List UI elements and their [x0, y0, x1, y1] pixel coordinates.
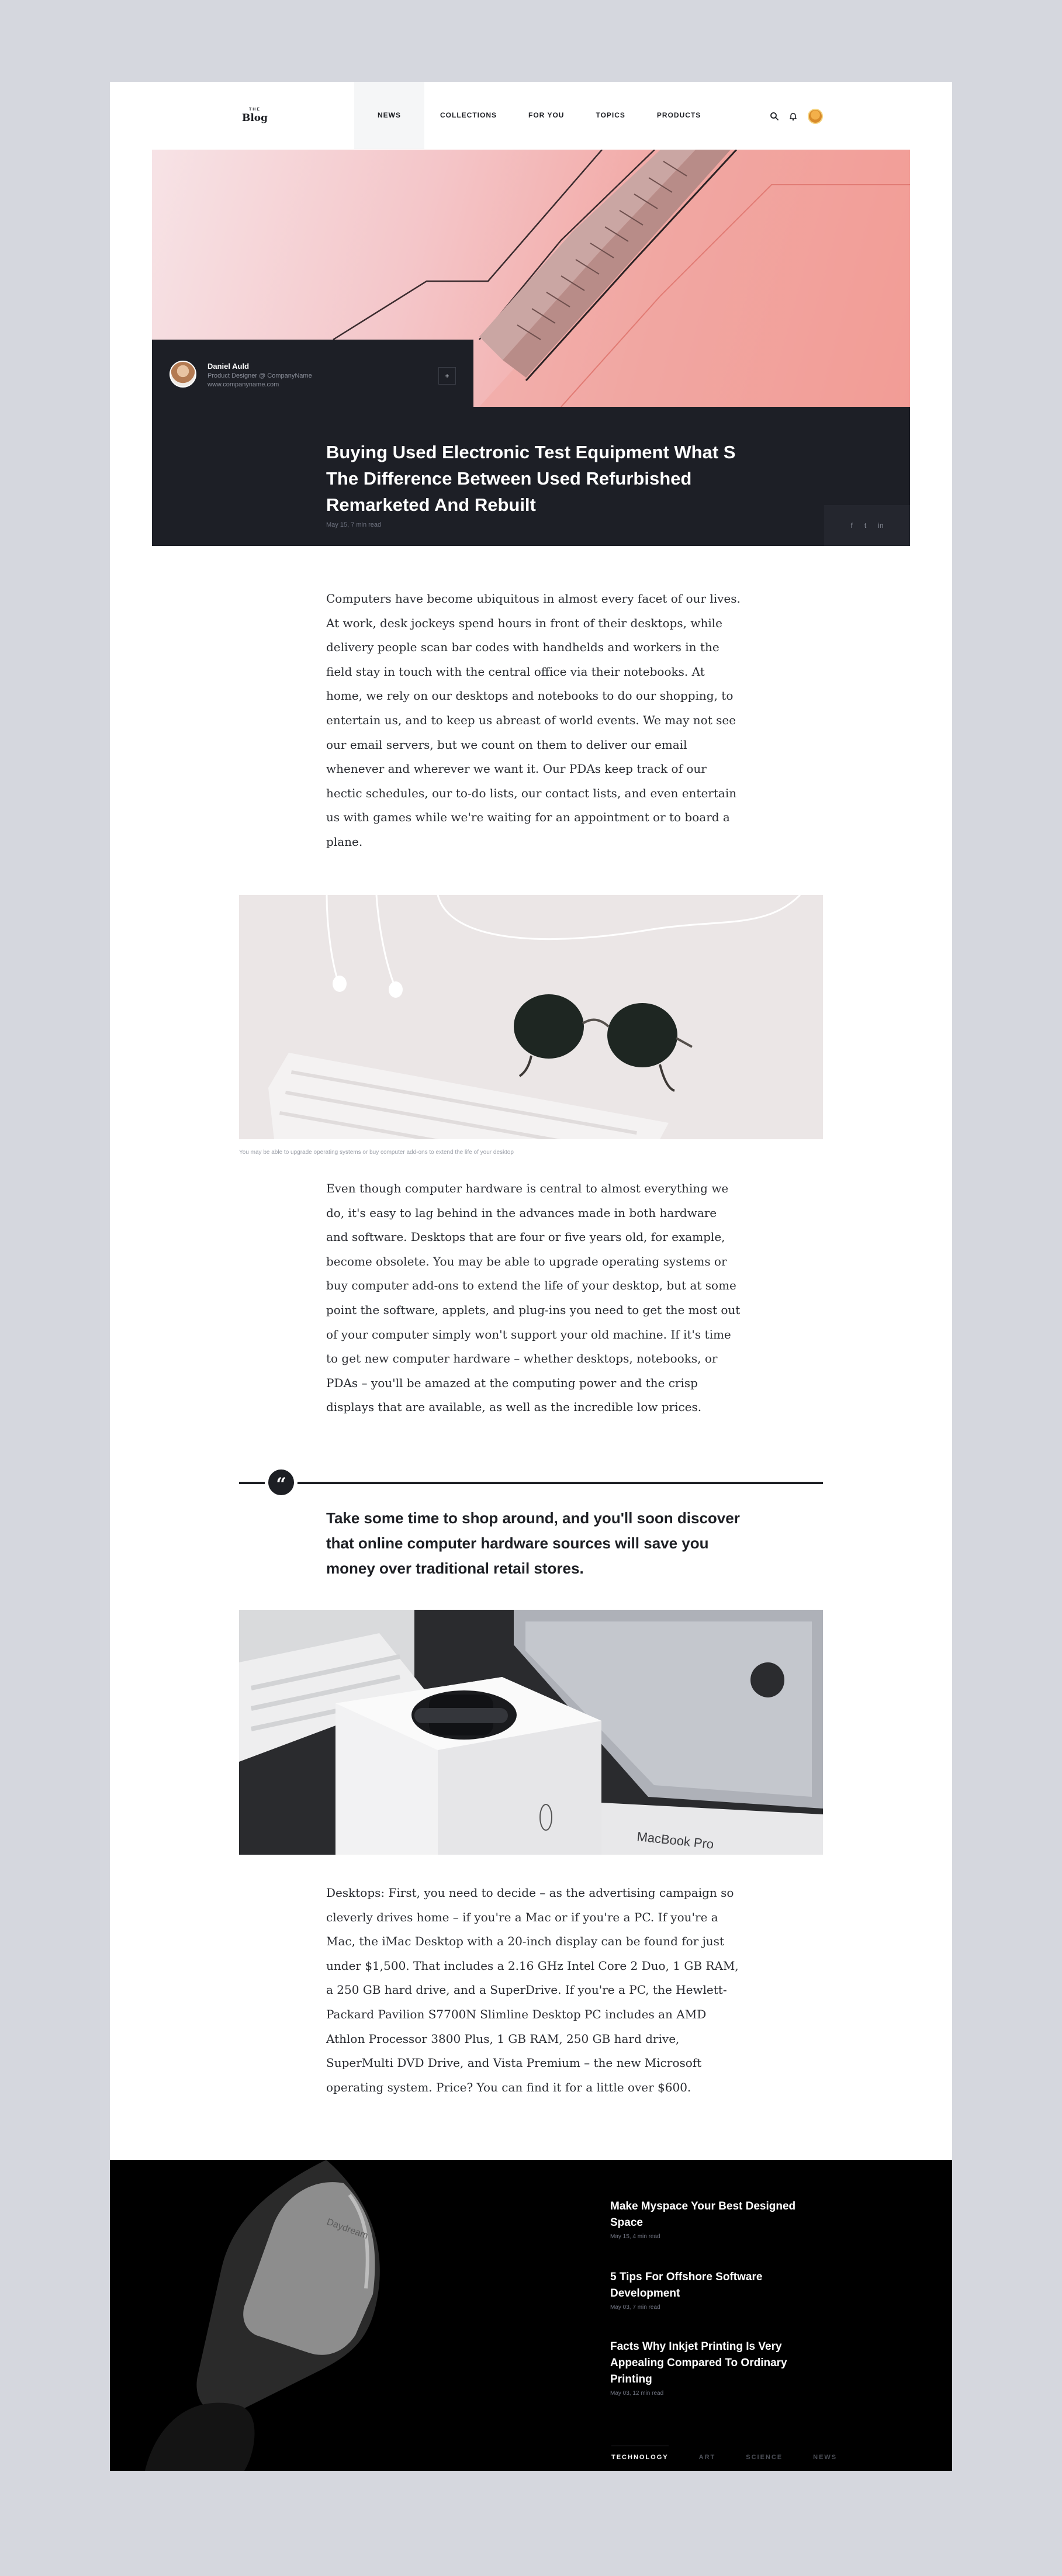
search-icon[interactable]: [770, 112, 779, 121]
article-paragraph: Computers have become ubiquitous in almo…: [326, 592, 741, 849]
nav-topics[interactable]: TOPICS: [580, 82, 641, 149]
related-post-3[interactable]: Facts Why Inkjet Printing Is Very Appeal…: [610, 2339, 826, 2397]
tab-art[interactable]: ART: [699, 2450, 716, 2461]
related-post-title[interactable]: Make Myspace Your Best Designed Space: [610, 2198, 826, 2231]
related-post-1[interactable]: Make Myspace Your Best Designed Space Ma…: [610, 2198, 826, 2240]
hero-section: Daniel Auld Product Designer @ CompanyNa…: [152, 150, 910, 546]
author-website[interactable]: www.companyname.com: [207, 381, 279, 388]
article-meta: May 15, 7 min read: [326, 521, 382, 528]
related-post-meta: May 15, 4 min read: [610, 2233, 660, 2240]
nav-collections[interactable]: COLLECTIONS: [424, 82, 513, 149]
site-header: THE Blog NEWS COLLECTIONS FOR YOU TOPICS…: [110, 82, 952, 149]
bell-icon[interactable]: [788, 112, 798, 121]
nav-products[interactable]: PRODUCTS: [641, 82, 717, 149]
author-name[interactable]: Daniel Auld: [207, 362, 249, 371]
author-avatar[interactable]: [169, 361, 196, 388]
nav-for-you[interactable]: FOR YOU: [513, 82, 580, 149]
blog-logo[interactable]: THE Blog: [237, 108, 272, 124]
main-nav: NEWS COLLECTIONS FOR YOU TOPICS PRODUCTS: [354, 82, 717, 149]
logo-wordmark: Blog: [241, 112, 268, 124]
related-post-title[interactable]: Facts Why Inkjet Printing Is Very Appeal…: [610, 2339, 826, 2388]
blog-page: THE Blog NEWS COLLECTIONS FOR YOU TOPICS…: [110, 82, 952, 2471]
author-role: Product Designer @ CompanyName: [207, 372, 312, 379]
vr-headset-image: Daydream: [110, 2160, 531, 2471]
author-card: Daniel Auld Product Designer @ CompanyNa…: [152, 340, 473, 407]
article-title: Buying Used Electronic Test Equipment Wh…: [326, 442, 736, 515]
photo-caption: You may be able to upgrade operating sys…: [239, 1149, 514, 1156]
related-posts-section: Daydream Make Myspace Your Best Designed…: [110, 2160, 952, 2471]
facebook-share-icon[interactable]: f: [850, 521, 852, 530]
related-post-title[interactable]: 5 Tips For Offshore Software Development: [610, 2269, 826, 2302]
pull-quote: Take some time to shop around, and you'l…: [326, 1509, 740, 1577]
article-paragraph: Desktops: First, you need to decide – as…: [326, 1886, 739, 2094]
quote-icon: “: [265, 1466, 298, 1499]
tab-technology[interactable]: TECHNOLOGY: [611, 2446, 669, 2461]
desk-photo: [239, 895, 823, 1139]
follow-author-button[interactable]: +: [438, 367, 456, 385]
nav-news[interactable]: NEWS: [354, 82, 424, 149]
logo-prefix: THE: [249, 108, 261, 112]
related-post-meta: May 03, 7 min read: [610, 2304, 660, 2311]
related-post-2[interactable]: 5 Tips For Offshore Software Development…: [610, 2269, 826, 2311]
tab-science[interactable]: SCIENCE: [746, 2450, 783, 2461]
tab-news[interactable]: NEWS: [813, 2450, 837, 2461]
quote-divider: [239, 1482, 823, 1484]
twitter-share-icon[interactable]: t: [864, 521, 866, 530]
share-bar: f t in: [824, 505, 910, 546]
user-avatar[interactable]: [808, 109, 823, 124]
watch-macbook-photo: MacBook Pro: [239, 1610, 823, 1855]
linkedin-share-icon[interactable]: in: [878, 521, 883, 530]
category-tabs: TECHNOLOGY ART SCIENCE NEWS: [611, 2446, 867, 2461]
article-paragraph: Even though computer hardware is central…: [326, 1181, 741, 1415]
related-post-meta: May 03, 12 min read: [610, 2390, 664, 2397]
